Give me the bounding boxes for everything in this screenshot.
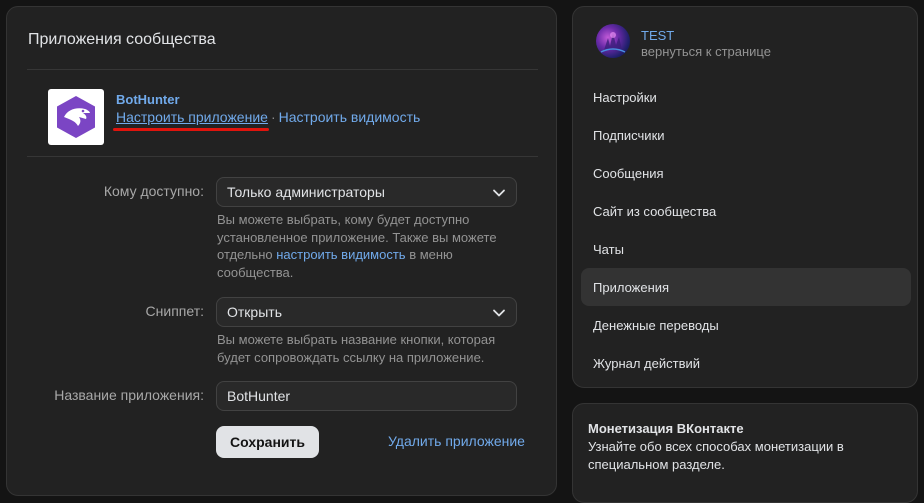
settings-menu: Настройки Подписчики Сообщения Сайт из с… xyxy=(581,78,911,382)
promo-title: Монетизация ВКонтакте xyxy=(588,421,744,436)
link-separator: · xyxy=(270,109,276,125)
menu-item-action-log[interactable]: Журнал действий xyxy=(581,344,911,382)
monetization-promo[interactable]: Монетизация ВКонтакте Узнайте обо всех с… xyxy=(572,403,918,503)
configure-visibility-link[interactable]: Настроить видимость xyxy=(279,109,421,125)
access-hint: Вы можете выбрать, кому будет доступно у… xyxy=(217,212,497,280)
snippet-select[interactable]: Открыть xyxy=(216,297,517,327)
access-select-value: Только администраторы xyxy=(227,184,385,200)
app-name-input[interactable]: BotHunter xyxy=(216,381,517,411)
app-name: BotHunter xyxy=(116,92,180,107)
eagle-hexagon-logo-icon xyxy=(57,96,95,138)
app-name-input-value: BotHunter xyxy=(227,388,291,404)
group-name-link[interactable]: TEST xyxy=(641,28,674,43)
access-select[interactable]: Только администраторы xyxy=(216,177,517,207)
promo-text: Узнайте обо всех способах монетизации в … xyxy=(588,439,844,472)
page-title: Приложения сообщества xyxy=(28,31,216,48)
delete-app-link[interactable]: Удалить приложение xyxy=(388,433,525,449)
app-links: Настроить приложение · Настроить видимость xyxy=(116,109,420,125)
menu-item-site[interactable]: Сайт из сообщества xyxy=(581,192,911,230)
avatar[interactable] xyxy=(596,24,630,58)
divider xyxy=(27,69,538,70)
highlight-underline xyxy=(113,128,269,131)
community-apps-panel: Приложения сообщества BotHunter Настроит… xyxy=(6,6,557,496)
avatar-image xyxy=(600,32,626,53)
back-to-page-link[interactable]: вернуться к странице xyxy=(641,44,771,59)
menu-item-apps[interactable]: Приложения xyxy=(581,268,911,306)
hint-visibility-link[interactable]: настроить видимость xyxy=(276,247,405,262)
app-name-label: Название приложения: xyxy=(54,387,204,403)
menu-item-messages[interactable]: Сообщения xyxy=(581,154,911,192)
menu-item-money-transfers[interactable]: Денежные переводы xyxy=(581,306,911,344)
configure-app-link[interactable]: Настроить приложение xyxy=(116,109,268,125)
divider xyxy=(27,156,538,157)
app-logo xyxy=(48,89,104,145)
menu-item-subscribers[interactable]: Подписчики xyxy=(581,116,911,154)
chevron-down-icon xyxy=(493,189,505,197)
menu-item-chats[interactable]: Чаты xyxy=(581,230,911,268)
snippet-select-value: Открыть xyxy=(227,304,282,320)
menu-item-settings[interactable]: Настройки xyxy=(581,78,911,116)
snippet-hint: Вы можете выбрать название кнопки, котор… xyxy=(217,332,496,365)
access-label: Кому доступно: xyxy=(103,183,204,199)
snippet-label: Сниппет: xyxy=(145,303,204,319)
save-button[interactable]: Сохранить xyxy=(216,426,319,458)
community-sidebar: TEST вернуться к странице Настройки Подп… xyxy=(572,6,918,388)
chevron-down-icon xyxy=(493,309,505,317)
